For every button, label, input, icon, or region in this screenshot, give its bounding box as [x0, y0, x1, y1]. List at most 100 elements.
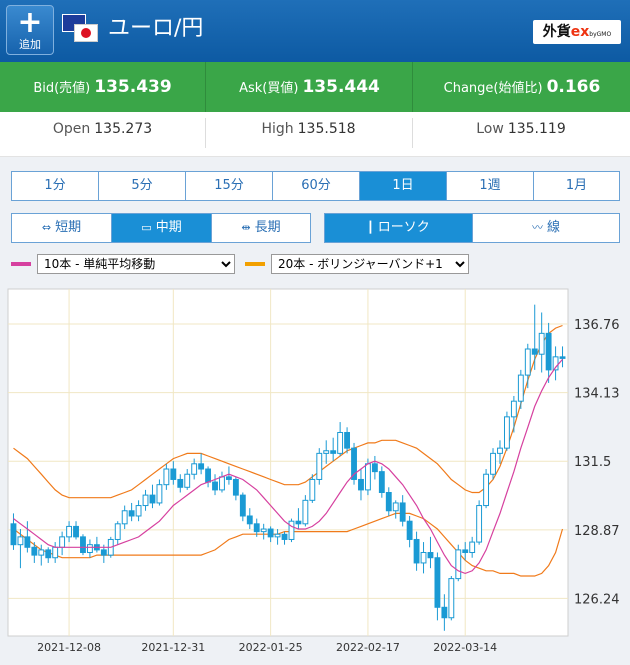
y-tick-label: 131.5 — [574, 455, 611, 470]
candle-body — [323, 450, 330, 454]
add-button-label: 追加 — [19, 38, 41, 51]
tab-15min[interactable]: 15分 — [186, 172, 273, 200]
period-tabs: ⇔ 短期 ▭ 中期 ⇹ 長期 — [11, 213, 311, 243]
candle-body — [476, 505, 483, 543]
candle-body — [219, 476, 225, 491]
candle-body — [212, 481, 218, 491]
page-title: ユーロ/円 — [108, 16, 204, 41]
candle-body — [80, 536, 86, 554]
change-cell: Change(始値比) 0.166 — [412, 62, 630, 112]
candle-body — [73, 525, 79, 538]
chart-type-tabs: ┃ ローソク 〰線 — [324, 213, 620, 243]
tab-line[interactable]: 〰線 — [473, 214, 619, 242]
arrows-horizontal-icon: ⇔ — [41, 221, 52, 234]
bb-indicator: 20本 - ボリンジャーバンド+1 — [245, 254, 470, 274]
ma-select[interactable]: 10本 - 単純平均移動 — [37, 254, 235, 274]
tab-5min[interactable]: 5分 — [99, 172, 186, 200]
change-label: Change(始値比) — [443, 81, 543, 96]
candle-body — [413, 538, 420, 564]
candle-body — [135, 505, 142, 517]
x-tick-label: 2021-12-08 — [37, 641, 101, 654]
open-value: 135.273 — [94, 121, 153, 137]
candle-body — [225, 476, 232, 480]
candle-body — [149, 494, 156, 504]
candle-body — [260, 528, 267, 533]
candle-body — [239, 494, 246, 517]
tab-1min[interactable]: 1分 — [12, 172, 99, 200]
candle-body — [385, 492, 392, 512]
candle-body — [142, 494, 149, 507]
line-label: 線 — [546, 220, 560, 235]
tab-candlestick[interactable]: ┃ ローソク — [325, 214, 473, 242]
quote-bar: Bid(売値) 135.439 Ask(買値) 135.444 Change(始値比… — [0, 62, 630, 112]
tab-60min[interactable]: 60分 — [273, 172, 360, 200]
tab-mid-term[interactable]: ▭ 中期 — [112, 214, 212, 242]
candle-body — [198, 463, 205, 470]
bid-cell: Bid(売値) 135.439 — [0, 62, 205, 112]
x-tick-label: 2022-03-14 — [433, 641, 497, 654]
tab-long-term[interactable]: ⇹ 長期 — [212, 214, 310, 242]
candle-body — [309, 478, 316, 501]
low-label: Low — [476, 121, 504, 137]
high-value: 135.518 — [297, 121, 356, 137]
brand-main: 外貨 — [542, 24, 571, 40]
brand-sub: byGMO — [589, 31, 612, 38]
candle-body — [371, 463, 378, 473]
candle-body — [490, 452, 496, 475]
candle-body — [364, 463, 371, 491]
y-tick-label: 128.87 — [574, 524, 620, 539]
candle-body — [378, 471, 385, 494]
candle-body — [24, 536, 31, 548]
high-cell: High 135.518 — [205, 112, 412, 156]
expand-horizontal-icon: ⇹ — [241, 221, 251, 234]
candle-body — [524, 348, 531, 376]
candle-body — [302, 499, 309, 525]
price-chart[interactable]: 136.76 134.13 131.5 128.87 126.24 2021-12-08 2… — [0, 286, 630, 665]
candle-body — [517, 374, 524, 402]
candle-body — [559, 356, 566, 359]
candle-body — [163, 468, 170, 486]
candle-body — [358, 478, 364, 491]
candle-body — [427, 552, 434, 559]
bid-label: Bid(売値) — [33, 81, 91, 96]
x-tick-label: 2022-01-25 — [239, 641, 303, 654]
ohl-bar: Open 135.273 High 135.518 Low 135.119 — [0, 112, 630, 157]
tab-short-term[interactable]: ⇔ 短期 — [12, 214, 112, 242]
japan-flag-icon — [74, 24, 98, 42]
candle-label: ローソク — [377, 220, 430, 235]
long-label: 長期 — [254, 220, 281, 235]
candle-body — [344, 431, 351, 449]
candle-body — [462, 549, 469, 554]
candle-body — [448, 578, 455, 619]
candle-body — [288, 520, 295, 540]
tab-1week[interactable]: 1週 — [447, 172, 534, 200]
candle-body — [191, 463, 198, 475]
y-tick-label: 126.24 — [574, 592, 620, 607]
low-cell: Low 135.119 — [412, 112, 630, 156]
bb-select[interactable]: 20本 - ボリンジャーバンド+1 — [271, 254, 469, 274]
candle-body — [281, 533, 288, 540]
high-label: High — [261, 121, 294, 137]
candle-body — [253, 523, 260, 533]
candle-body — [316, 452, 323, 480]
low-value: 135.119 — [507, 121, 566, 137]
candle-body — [128, 510, 135, 517]
x-tick-label: 2022-02-17 — [336, 641, 400, 654]
tab-1month[interactable]: 1月 — [534, 172, 619, 200]
ask-label: Ask(買値) — [239, 81, 299, 96]
candle-body — [337, 431, 344, 454]
candle-body — [156, 484, 163, 504]
add-button[interactable]: + 追加 — [6, 5, 54, 55]
candle-body — [170, 468, 177, 480]
y-tick-label: 136.76 — [574, 318, 620, 333]
candle-body — [205, 468, 212, 483]
plus-icon: + — [17, 5, 43, 40]
candle-body — [267, 528, 274, 538]
candle-body — [399, 502, 406, 522]
candle-body — [420, 552, 427, 564]
window-icon: ▭ — [141, 221, 152, 234]
tab-1day[interactable]: 1日 — [360, 172, 447, 200]
candle-body — [177, 478, 184, 488]
short-label: 短期 — [55, 220, 82, 235]
candle-body — [114, 523, 121, 540]
